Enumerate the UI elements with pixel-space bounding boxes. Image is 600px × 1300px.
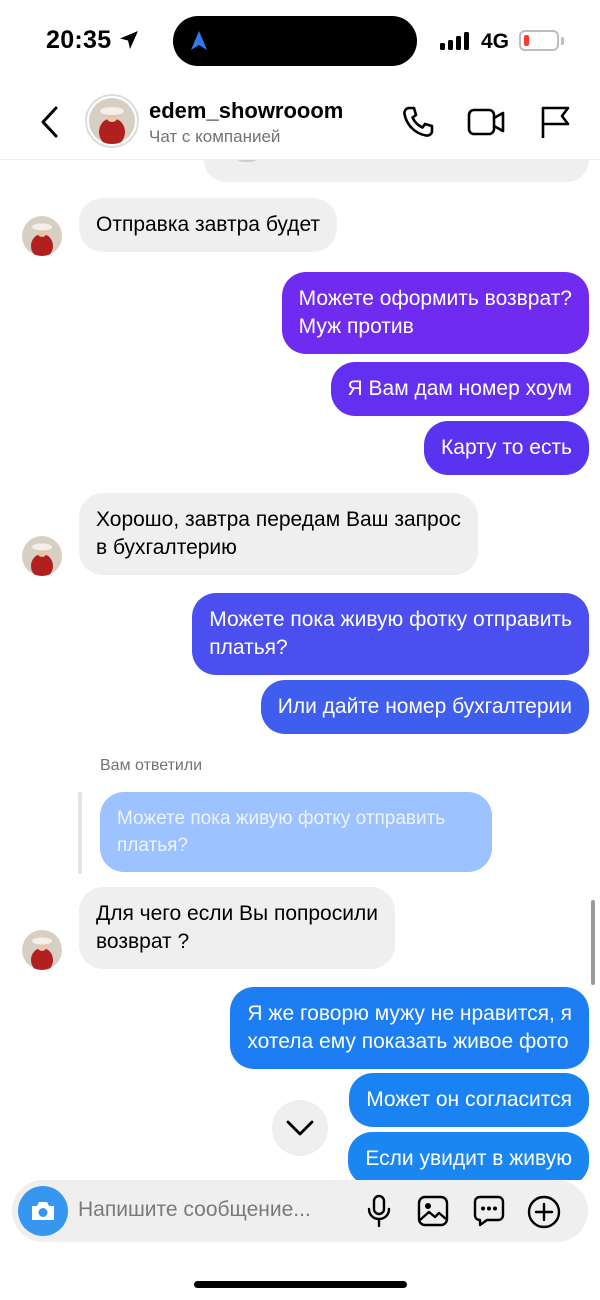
location-arrow-icon	[120, 31, 138, 49]
quoted-message[interactable]: Можете пока живую фотку отправить платья…	[100, 792, 492, 872]
camera-icon	[32, 1202, 54, 1220]
sender-avatar[interactable]	[22, 536, 62, 576]
network-type: 4G	[481, 30, 510, 53]
outgoing-message[interactable]: Можете оформить возврат? Муж против	[281, 272, 589, 354]
scroll-to-bottom-button[interactable]	[272, 1100, 328, 1156]
outgoing-message[interactable]: Карту то есть	[424, 421, 589, 475]
gallery-icon[interactable]	[416, 1194, 450, 1228]
chat-header: edem_showrooom Чат с компанией	[0, 84, 600, 160]
outgoing-message[interactable]: Если увидит в живую	[348, 1132, 589, 1180]
cellular-signal-icon	[440, 32, 469, 50]
back-icon[interactable]	[36, 102, 64, 142]
outgoing-message[interactable]: Я же говорю мужу не нравится, я хотела е…	[230, 987, 589, 1069]
phone-icon[interactable]	[400, 104, 436, 140]
navigation-arrow-icon	[191, 31, 207, 50]
message-list[interactable]: Отправка завтра будет Можете оформить во…	[0, 160, 600, 1180]
outgoing-message[interactable]: Или дайте номер бухгалтерии	[260, 680, 589, 734]
battery-cap	[561, 37, 564, 45]
contact-name[interactable]: edem_showrooom	[149, 98, 343, 124]
video-icon[interactable]	[466, 104, 506, 140]
reply-label: Вам ответили	[100, 757, 203, 774]
flag-icon[interactable]	[538, 104, 572, 140]
chevron-down-icon	[286, 1120, 314, 1136]
incoming-message[interactable]: Отправка завтра будет	[79, 198, 338, 252]
avatar-image	[89, 98, 135, 144]
battery-level	[524, 35, 529, 46]
message-input[interactable]	[78, 1198, 348, 1222]
reply-indicator-bar	[78, 792, 82, 874]
outgoing-message[interactable]: Я Вам дам номер хоум	[330, 362, 589, 416]
microphone-icon[interactable]	[364, 1194, 394, 1228]
outgoing-message[interactable]: Можете пока живую фотку отправить платья…	[192, 593, 589, 675]
contact-subtitle: Чат с компанией	[149, 127, 281, 146]
sticker-icon[interactable]	[472, 1194, 506, 1228]
battery-icon	[519, 30, 559, 51]
add-icon[interactable]	[526, 1194, 562, 1230]
avatar[interactable]	[85, 94, 139, 148]
sender-avatar[interactable]	[22, 930, 62, 970]
message-composer	[12, 1180, 588, 1242]
status-bar: 20:35 4G	[0, 0, 600, 84]
status-time: 20:35	[46, 26, 112, 54]
previous-message-bubble	[204, 160, 589, 182]
incoming-message[interactable]: Хорошо, завтра передам Ваш запрос в бухг…	[79, 493, 478, 575]
sender-avatar[interactable]	[22, 216, 62, 256]
camera-button[interactable]	[18, 1186, 68, 1236]
scrollbar[interactable]	[591, 900, 595, 985]
incoming-message[interactable]: Для чего если Вы попросили возврат ?	[79, 887, 395, 969]
outgoing-message[interactable]: Может он согласится	[349, 1073, 589, 1127]
home-indicator[interactable]	[194, 1281, 407, 1288]
